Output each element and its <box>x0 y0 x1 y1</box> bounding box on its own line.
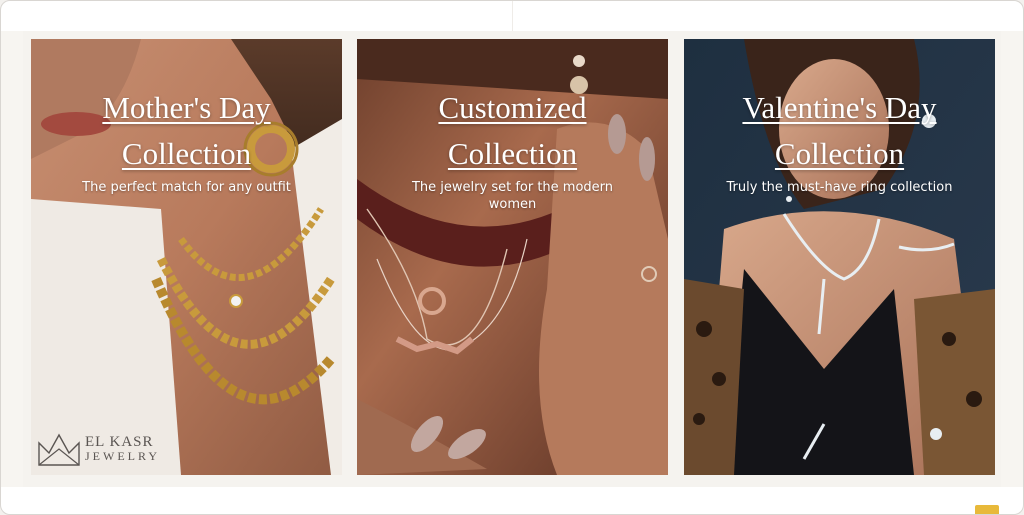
page-frame: Mother's Day Collection The perfect matc… <box>0 0 1024 515</box>
card-subtitle: The perfect match for any outfit <box>82 180 291 195</box>
card-title-line2[interactable]: Collection <box>775 136 904 171</box>
card-subtitle: Truly the must-have ring collection <box>726 180 953 195</box>
logo-text: EL KASR JEWELRY <box>85 434 160 464</box>
card-title-line2[interactable]: Collection <box>448 136 577 171</box>
card-title-line1[interactable]: Mother's Day <box>102 90 270 125</box>
card-title-line1[interactable]: Valentine's Day <box>742 90 936 125</box>
collection-card-customized[interactable]: Customized Collection The jewelry set fo… <box>357 39 668 475</box>
card-title-line2[interactable]: Collection <box>122 136 251 171</box>
logo-line1: EL KASR <box>85 434 154 450</box>
corner-badge[interactable] <box>975 505 999 514</box>
card-title[interactable]: Valentine's Day Collection <box>684 85 995 177</box>
collection-card-mothers-day[interactable]: Mother's Day Collection The perfect matc… <box>31 39 342 475</box>
crown-icon <box>38 433 80 466</box>
collection-card-valentines-day[interactable]: Valentine's Day Collection Truly the mus… <box>684 39 995 475</box>
card-subtitle: The jewelry set for the modern women <box>411 180 614 212</box>
divider <box>512 1 513 31</box>
section-edge-right <box>1001 31 1023 487</box>
section-edge-left <box>1 31 23 487</box>
card-title[interactable]: Customized Collection <box>357 85 668 177</box>
card-title-line1[interactable]: Customized <box>438 90 586 125</box>
card-title[interactable]: Mother's Day Collection <box>31 85 342 177</box>
brand-logo: EL KASR JEWELRY <box>37 431 160 467</box>
logo-line2: JEWELRY <box>85 449 160 463</box>
